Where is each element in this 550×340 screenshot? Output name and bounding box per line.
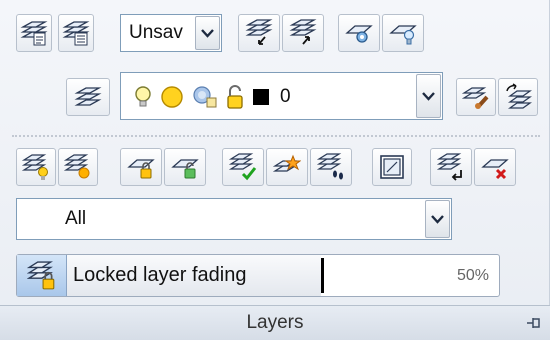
panel-title-bar: Layers xyxy=(0,305,550,340)
layer-lock-icon xyxy=(127,159,155,179)
chevron-down-icon xyxy=(201,28,214,38)
lightbulb-on-icon xyxy=(135,86,151,107)
viewport-sun-icon xyxy=(193,86,217,108)
layer-properties-button[interactable] xyxy=(16,14,52,52)
layer-sun-icon xyxy=(64,154,90,179)
layer-stack-icon xyxy=(74,87,102,106)
make-current-icon xyxy=(245,19,273,45)
layer-on-button[interactable] xyxy=(16,148,56,186)
sun-thawed-icon xyxy=(161,86,183,108)
layer-walk-icon xyxy=(289,19,317,45)
layer-lock-icon xyxy=(26,260,54,289)
current-layer-dropdown-button[interactable] xyxy=(416,74,441,118)
layer-delete-button[interactable] xyxy=(474,148,516,186)
layer-properties-icon xyxy=(20,21,48,46)
isolate-layer-button[interactable] xyxy=(338,14,380,52)
layer-state-icon xyxy=(62,21,90,46)
layer-gear-icon xyxy=(345,25,373,43)
locked-layer-fading-toggle[interactable] xyxy=(17,255,67,296)
viewport-freeze-button[interactable] xyxy=(372,148,412,186)
unlock-layer-button[interactable] xyxy=(164,148,206,186)
layers-panel: Unsav 0 All Locked layer fading 50% Laye… xyxy=(0,0,550,340)
layer-arrow-icon xyxy=(506,83,532,109)
chevron-down-icon xyxy=(431,214,444,224)
pin-icon[interactable] xyxy=(524,314,542,332)
fading-slider[interactable]: 50% xyxy=(321,255,499,296)
current-layer-name: 0 xyxy=(280,86,291,107)
layer-star-icon xyxy=(273,154,301,172)
merge-layers-button[interactable] xyxy=(266,148,308,186)
layer-translate-button[interactable] xyxy=(430,148,472,186)
layer-walk-footprints-button[interactable] xyxy=(310,148,352,186)
layer-filter-combo[interactable]: All xyxy=(16,198,452,240)
layer-filter-dropdown-button[interactable] xyxy=(425,200,450,238)
fading-value: 50% xyxy=(456,266,489,284)
layer-off-button[interactable] xyxy=(382,14,424,52)
layer-delete-icon xyxy=(481,159,509,180)
current-layer-combo[interactable]: 0 xyxy=(120,72,443,120)
layer-walk-button[interactable] xyxy=(282,14,324,52)
panel-divider xyxy=(12,135,540,137)
layer-arrow-down-icon xyxy=(437,153,462,181)
layer-bulb-on-icon xyxy=(22,154,48,180)
locked-layer-fading-label: Locked layer fading xyxy=(67,255,321,296)
viewport-icon xyxy=(380,155,404,179)
make-current-layer-button[interactable] xyxy=(238,14,280,52)
layer-state-combo[interactable]: Unsav xyxy=(120,14,222,52)
lock-unlocked-icon xyxy=(227,85,243,109)
fading-slider-handle[interactable] xyxy=(321,258,324,293)
thaw-all-layers-button[interactable] xyxy=(58,148,98,186)
layer-brush-icon xyxy=(462,87,489,109)
chevron-down-icon xyxy=(422,91,435,101)
layer-previous-button[interactable] xyxy=(456,78,496,116)
match-layer-button[interactable] xyxy=(66,78,110,116)
layer-check-icon xyxy=(229,153,257,181)
layer-unlock-icon xyxy=(171,159,199,179)
layer-footprints-icon xyxy=(317,153,343,180)
layer-state-dropdown-button[interactable] xyxy=(195,16,220,50)
panel-title: Layers xyxy=(246,312,304,333)
layer-filter-value: All xyxy=(65,208,87,229)
lock-layer-button[interactable] xyxy=(120,148,162,186)
layer-state-manager-button[interactable] xyxy=(58,14,94,52)
locked-layer-fading-control: Locked layer fading 50% xyxy=(16,254,500,297)
layer-state-value: Unsav xyxy=(129,22,183,43)
layer-bulb-icon xyxy=(389,25,417,45)
change-to-current-layer-button[interactable] xyxy=(498,78,538,116)
layer-color-swatch xyxy=(253,89,269,105)
copy-objects-to-new-layer-button[interactable] xyxy=(222,148,264,186)
